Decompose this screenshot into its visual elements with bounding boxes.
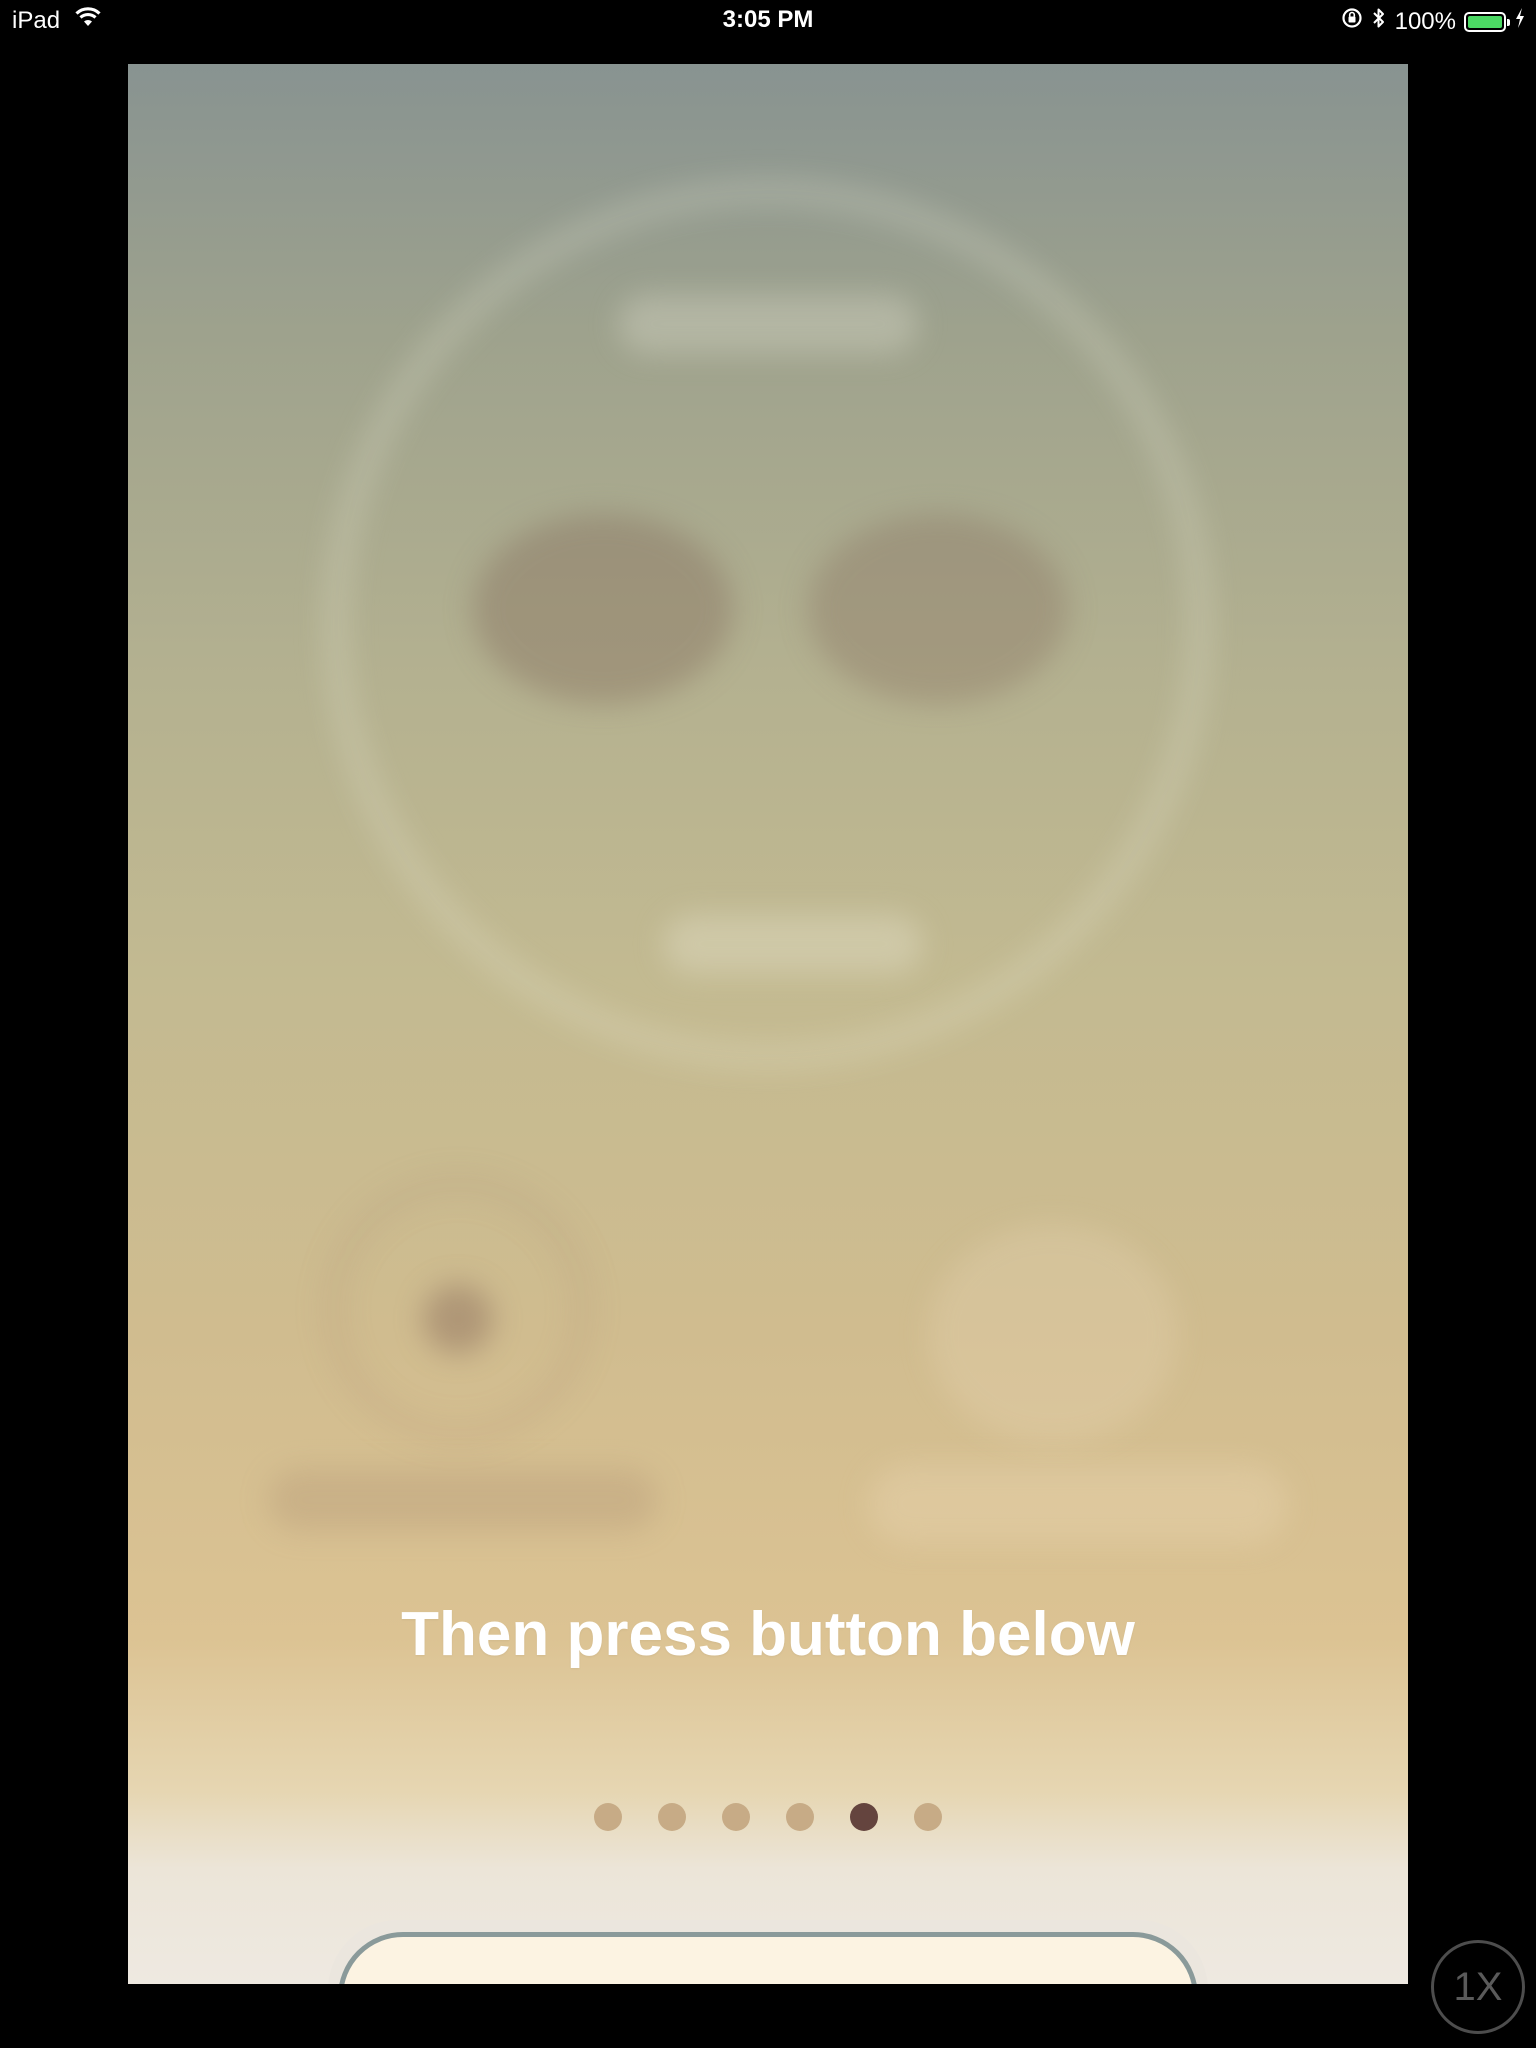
onboarding-caption: Then press button below xyxy=(401,1600,1135,1669)
page-dot-4[interactable] xyxy=(786,1803,814,1831)
blurred-right-eye-shape xyxy=(808,514,1068,704)
page-dot-1[interactable] xyxy=(594,1803,622,1831)
page-dot-3[interactable] xyxy=(722,1803,750,1831)
status-right: 100% xyxy=(1341,6,1526,37)
blurred-right-circle-shape xyxy=(928,1224,1178,1444)
blurred-right-label-shape xyxy=(868,1464,1288,1544)
status-bar: iPad 3:05 PM 100% xyxy=(0,0,1536,42)
battery-cap xyxy=(1507,18,1510,26)
status-time: 3:05 PM xyxy=(722,6,814,33)
page-dot-5[interactable] xyxy=(850,1803,878,1831)
page-dot-6[interactable] xyxy=(914,1803,942,1831)
page-dot-2[interactable] xyxy=(658,1803,686,1831)
battery-icon xyxy=(1464,11,1510,32)
bluetooth-icon xyxy=(1371,6,1387,37)
charging-bolt-icon xyxy=(1514,7,1526,36)
blurred-left-label-shape xyxy=(268,1469,658,1531)
blurred-left-eye-shape xyxy=(473,514,733,704)
orientation-lock-icon xyxy=(1341,7,1363,36)
blurred-highlight-shape xyxy=(618,294,918,354)
blurred-small-dot-shape xyxy=(423,1284,493,1354)
battery-level-fill xyxy=(1468,15,1502,28)
zoom-level-button[interactable]: 1X xyxy=(1431,1940,1525,2034)
page-indicator[interactable] xyxy=(128,1803,1408,1831)
battery-percent: 100% xyxy=(1394,7,1456,35)
blurred-mouth-shape xyxy=(663,914,923,974)
onboarding-view: Then press button below xyxy=(128,64,1408,1984)
action-button[interactable] xyxy=(338,1932,1198,1984)
ipad-screen: iPad 3:05 PM 100% Then press button belo… xyxy=(0,0,1536,2048)
